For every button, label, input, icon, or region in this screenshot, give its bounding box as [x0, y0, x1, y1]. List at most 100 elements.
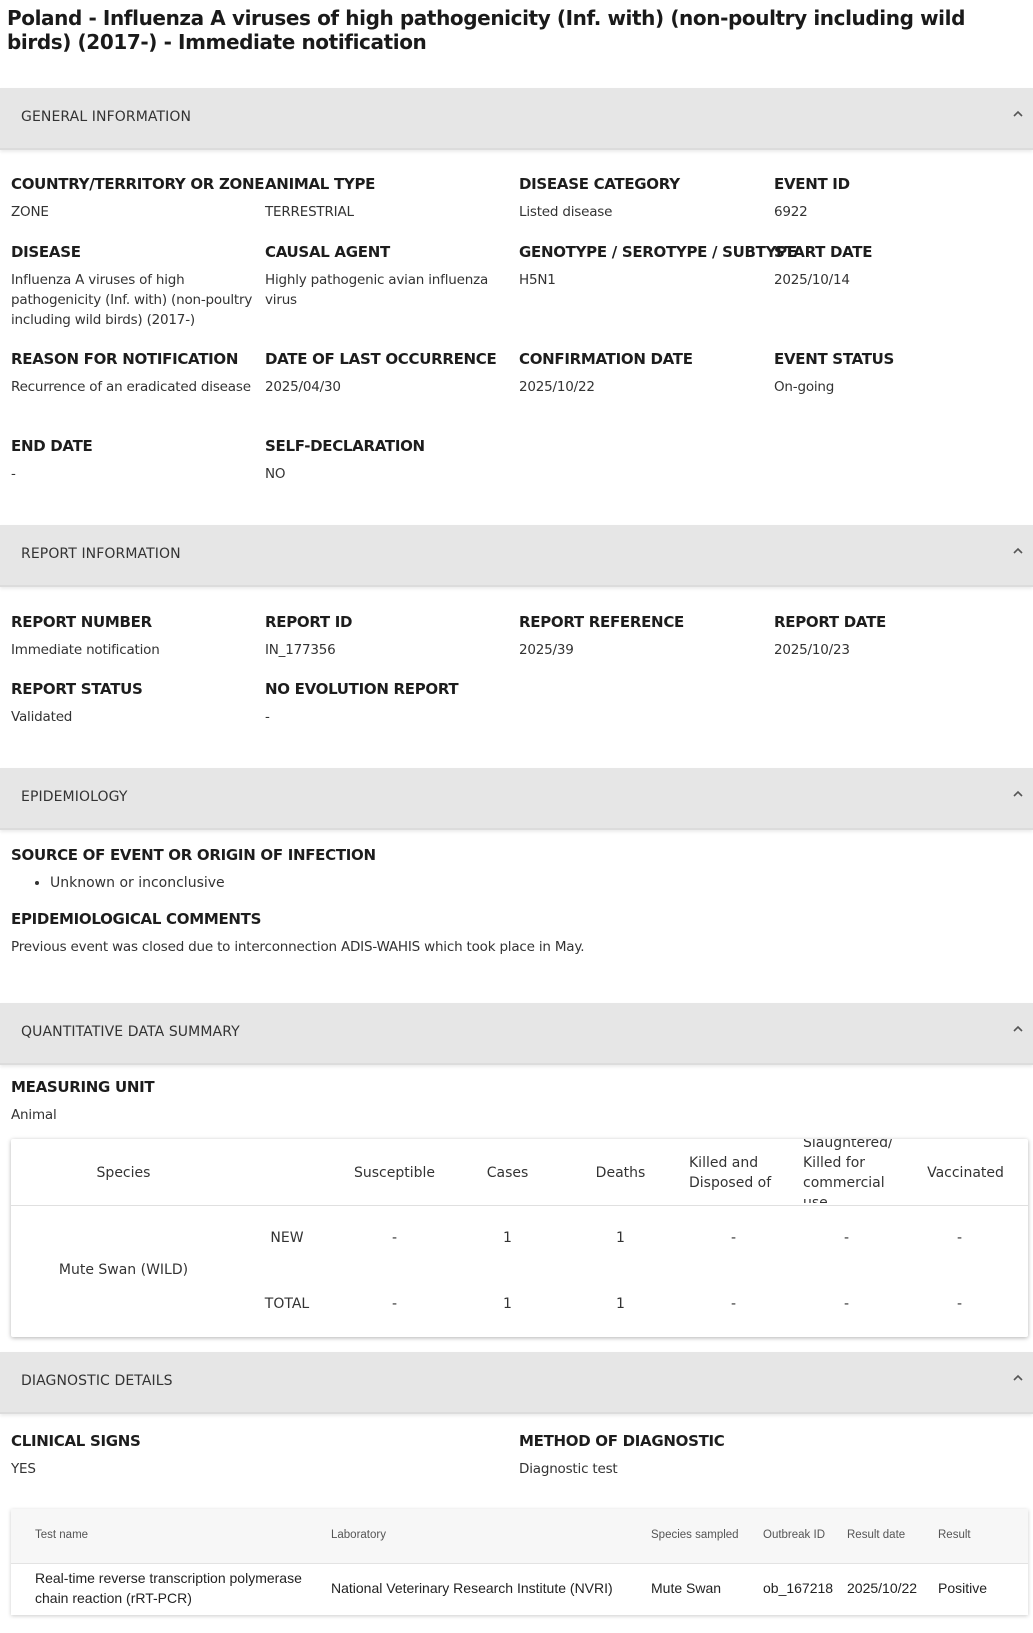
field-label: REPORT DATE [774, 613, 886, 631]
field-source-of-event: SOURCE OF EVENT OR ORIGIN OF INFECTION [11, 845, 611, 865]
field-label: SELF-DECLARATION [265, 437, 425, 455]
field-label: REPORT REFERENCE [519, 613, 684, 631]
field-label: REPORT STATUS [11, 680, 143, 698]
section-header-general-information[interactable]: GENERAL INFORMATION [0, 88, 1033, 150]
field-last-occurrence: DATE OF LAST OCCURRENCE 2025/04/30 [265, 349, 515, 397]
section-header-epidemiology[interactable]: EPIDEMIOLOGY [0, 768, 1033, 830]
field-label: MEASURING UNIT [11, 1078, 155, 1096]
cell-cases: 1 [503, 1296, 512, 1312]
section-header-report-information[interactable]: REPORT INFORMATION [0, 525, 1033, 587]
field-label: DISEASE CATEGORY [519, 175, 680, 193]
column-header-killed: Killed and Disposed of [689, 1155, 772, 1191]
field-value: Previous event was closed due to interco… [11, 939, 585, 955]
field-label: ANIMAL TYPE [265, 175, 376, 193]
field-country: COUNTRY/TERRITORY OR ZONE ZONE [11, 174, 265, 222]
field-value: Immediate notification [11, 642, 160, 658]
field-value: Highly pathogenic avian influenza virus [265, 272, 489, 308]
cell-killed: - [730, 1296, 737, 1312]
field-reason: REASON FOR NOTIFICATION Recurrence of an… [11, 349, 261, 397]
field-value: 2025/10/23 [774, 642, 850, 658]
field-label: REPORT ID [265, 613, 353, 631]
field-label: EPIDEMIOLOGICAL COMMENTS [11, 910, 262, 928]
field-report-number: REPORT NUMBER Immediate notification [11, 612, 261, 660]
field-label: CLINICAL SIGNS [11, 1432, 141, 1450]
chevron-up-icon[interactable] [1011, 107, 1025, 121]
column-header-result: Result [938, 1529, 971, 1541]
cell-vaccinated: - [956, 1296, 963, 1312]
field-event-id: EVENT ID 6922 [774, 174, 1024, 222]
field-report-status: REPORT STATUS Validated [11, 679, 261, 727]
field-disease: DISEASE Influenza A viruses of high path… [11, 242, 261, 330]
field-label: EVENT STATUS [774, 350, 895, 368]
chevron-up-icon[interactable] [1011, 1022, 1025, 1036]
row-label-new: NEW [270, 1230, 304, 1246]
chevron-up-icon[interactable] [1011, 787, 1025, 801]
column-header-outbreak-id: Outbreak ID [763, 1529, 825, 1541]
field-value: 2025/10/22 [519, 379, 595, 395]
cell-slaughtered: - [843, 1230, 850, 1246]
column-header-cases: Cases [486, 1165, 529, 1181]
diagnostic-table: Test name Laboratory Species sampled Out… [11, 1509, 1028, 1615]
field-label: METHOD OF DIAGNOSTIC [519, 1432, 725, 1450]
cell-killed: - [730, 1230, 737, 1246]
section-title: DIAGNOSTIC DETAILS [21, 1373, 173, 1389]
list-item: Unknown or inconclusive [50, 873, 225, 893]
field-no-evolution-report: NO EVOLUTION REPORT - [265, 679, 515, 727]
cell-deaths: 1 [616, 1296, 625, 1312]
field-value: 2025/04/30 [265, 379, 341, 395]
row-label-total: TOTAL [264, 1296, 310, 1312]
chevron-up-icon[interactable] [1011, 544, 1025, 558]
field-self-declaration: SELF-DECLARATION NO [265, 436, 515, 484]
column-header-species-sampled: Species sampled [651, 1529, 739, 1541]
cell-test-name: Real-time reverse transcription polymera… [35, 1570, 302, 1606]
column-header-vaccinated: Vaccinated [927, 1165, 1004, 1181]
header-divider [11, 1205, 1028, 1206]
field-value: - [265, 709, 270, 725]
field-event-status: EVENT STATUS On-going [774, 349, 1024, 397]
field-value: IN_177356 [265, 642, 336, 658]
field-report-reference: REPORT REFERENCE 2025/39 [519, 612, 769, 660]
column-header-laboratory: Laboratory [331, 1529, 386, 1541]
field-value: YES [11, 1461, 36, 1477]
cell-susceptible: - [391, 1230, 398, 1246]
field-epidemiological-comments: EPIDEMIOLOGICAL COMMENTS Previous event … [11, 909, 911, 957]
field-measuring-unit: MEASURING UNIT Animal [11, 1077, 261, 1125]
cell-deaths: 1 [616, 1230, 625, 1246]
quantitative-table: Species Susceptible Cases Deaths Killed … [11, 1139, 1028, 1337]
field-disease-category: DISEASE CATEGORY Listed disease [519, 174, 769, 222]
field-start-date: START DATE 2025/10/14 [774, 242, 1024, 290]
chevron-up-icon[interactable] [1011, 1371, 1025, 1385]
field-clinical-signs: CLINICAL SIGNS YES [11, 1431, 261, 1479]
field-value: H5N1 [519, 272, 556, 288]
section-header-quantitative-data-summary[interactable]: QUANTITATIVE DATA SUMMARY [0, 1003, 1033, 1065]
field-value: Influenza A viruses of high pathogenicit… [11, 272, 253, 328]
cell-outbreak-id: ob_167218 [763, 1580, 834, 1596]
column-header-deaths: Deaths [595, 1165, 646, 1181]
field-label: DISEASE [11, 243, 81, 261]
field-value: Recurrence of an eradicated disease [11, 379, 251, 395]
field-value: 6922 [774, 204, 808, 220]
field-value: ZONE [11, 204, 49, 220]
field-confirmation-date: CONFIRMATION DATE 2025/10/22 [519, 349, 769, 397]
section-title: REPORT INFORMATION [21, 546, 181, 562]
field-label: COUNTRY/TERRITORY OR ZONE [11, 175, 265, 193]
column-header-test-name: Test name [35, 1529, 89, 1541]
field-value: 2025/10/14 [774, 272, 850, 288]
field-value: Validated [11, 709, 73, 725]
field-label: START DATE [774, 243, 873, 261]
source-list: Unknown or inconclusive [36, 873, 225, 893]
field-label: CONFIRMATION DATE [519, 350, 693, 368]
cell-result: Positive [938, 1580, 988, 1596]
field-label: NO EVOLUTION REPORT [265, 680, 459, 698]
column-header-result-date: Result date [847, 1529, 906, 1541]
section-title: GENERAL INFORMATION [21, 109, 192, 125]
species-name: Mute Swan (WILD) [58, 1262, 189, 1278]
field-value: - [11, 466, 16, 482]
cell-slaughtered: - [843, 1296, 850, 1312]
field-label: END DATE [11, 437, 93, 455]
section-title: QUANTITATIVE DATA SUMMARY [21, 1024, 240, 1040]
field-label: REASON FOR NOTIFICATION [11, 350, 239, 368]
section-header-diagnostic-details[interactable]: DIAGNOSTIC DETAILS [0, 1352, 1033, 1414]
column-header-susceptible: Susceptible [353, 1165, 436, 1181]
cell-laboratory: National Veterinary Research Institute (… [331, 1580, 613, 1596]
